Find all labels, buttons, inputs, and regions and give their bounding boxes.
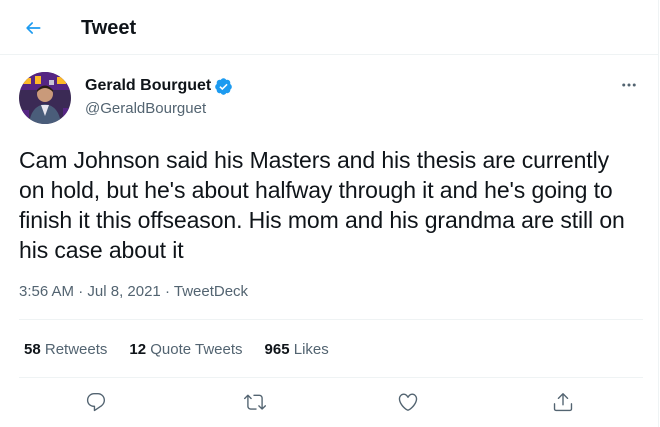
reply-icon xyxy=(86,393,106,412)
tweet-text: Cam Johnson said his Masters and his the… xyxy=(19,147,625,263)
quotes-label: Quote Tweets xyxy=(150,341,243,358)
avatar-image xyxy=(19,72,71,124)
tweet-detail-page: Tweet Gerald Bourguet @GeraldBourguet Ca… xyxy=(0,0,659,427)
tweet-stats: 58 Retweets 12 Quote Tweets 965 Likes xyxy=(24,340,351,360)
likes-count: 965 xyxy=(264,341,290,358)
verified-badge-icon xyxy=(215,77,233,95)
more-icon xyxy=(622,83,636,87)
meta-separator: · xyxy=(78,283,84,300)
share-icon xyxy=(553,393,573,412)
page-header: Tweet xyxy=(0,0,659,55)
avatar[interactable] xyxy=(19,72,71,124)
retweets-count: 58 xyxy=(24,341,41,358)
more-options-button[interactable] xyxy=(612,70,646,100)
author-name-row: Gerald Bourguet xyxy=(85,76,233,96)
likes-label: Likes xyxy=(293,341,329,358)
tweet-time[interactable]: 3:56 AM xyxy=(19,283,74,300)
author-handle[interactable]: @GeraldBourguet xyxy=(85,99,206,119)
tweet-meta: 3:56 AM · Jul 8, 2021 · TweetDeck xyxy=(19,282,248,302)
retweet-button[interactable] xyxy=(236,383,274,421)
retweets-stat[interactable]: 58 Retweets xyxy=(24,340,107,360)
quote-tweets-stat[interactable]: 12 Quote Tweets xyxy=(129,340,242,360)
tweet-source[interactable]: TweetDeck xyxy=(174,283,248,300)
tweet-date[interactable]: Jul 8, 2021 xyxy=(87,283,160,300)
author-name[interactable]: Gerald Bourguet xyxy=(85,76,211,96)
share-button[interactable] xyxy=(544,383,582,421)
divider xyxy=(19,377,643,378)
back-button[interactable] xyxy=(16,11,50,45)
reply-button[interactable] xyxy=(77,383,115,421)
retweets-label: Retweets xyxy=(44,341,108,358)
retweet-icon xyxy=(244,394,266,410)
quotes-count: 12 xyxy=(129,341,147,358)
meta-separator: · xyxy=(164,283,170,300)
page-title: Tweet xyxy=(81,17,137,39)
like-button[interactable] xyxy=(389,383,427,421)
like-icon xyxy=(398,393,418,411)
tweet-actions xyxy=(0,383,659,423)
divider xyxy=(19,319,643,320)
arrow-left-icon xyxy=(26,22,41,34)
likes-stat[interactable]: 965 Likes xyxy=(265,340,329,360)
